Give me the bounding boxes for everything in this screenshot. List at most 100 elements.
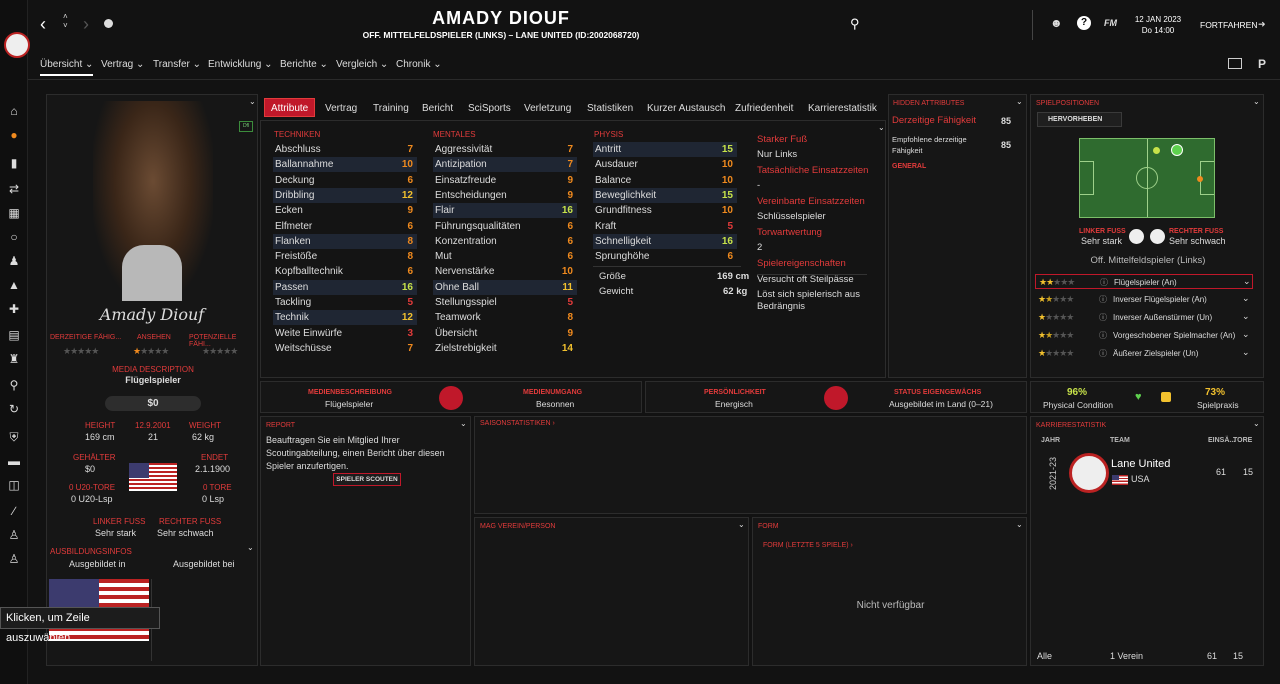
- attribute-row[interactable]: Antritt 15: [593, 142, 737, 157]
- tab-career[interactable]: Karrierestatistik: [808, 103, 877, 114]
- nav-history[interactable]: Chronik ⌄: [396, 59, 442, 70]
- attribute-row[interactable]: Schnelligkeit 16: [593, 233, 737, 249]
- attribute-row[interactable]: Nervenstärke 10: [433, 264, 577, 279]
- lane-united-logo[interactable]: [1069, 453, 1109, 493]
- attribute-row[interactable]: Passen 16: [273, 279, 417, 295]
- chevron-down-icon[interactable]: ⌄: [738, 520, 745, 529]
- chevron-down-icon[interactable]: ⌄: [1242, 293, 1250, 304]
- attribute-row[interactable]: Weite Einwürfe 3: [273, 326, 417, 341]
- tab-happiness[interactable]: Zufriedenheit: [735, 103, 793, 114]
- highlight-dropdown[interactable]: HERVORHEBEN: [1037, 112, 1122, 127]
- manager-icon[interactable]: ♙: [7, 528, 21, 542]
- dynamics-icon[interactable]: ▦: [7, 206, 21, 220]
- chevron-down-icon[interactable]: ⌄: [1242, 347, 1250, 358]
- form-last-5-link[interactable]: FORM (LETZTE 5 SPIELE) ›: [763, 542, 853, 549]
- chevron-down-icon[interactable]: ⌄: [460, 419, 467, 428]
- attribute-row[interactable]: Antizipation 7: [433, 157, 577, 173]
- continue-arrow-icon[interactable]: ➜: [1258, 19, 1266, 30]
- nav-transfer[interactable]: Transfer ⌄: [153, 59, 201, 70]
- role-item[interactable]: ★★★★★ ⓘ Vorgeschobener Spielmacher (An) ⌄: [1035, 328, 1253, 343]
- chevron-down-icon[interactable]: ⌄: [247, 543, 254, 552]
- scouting-icon[interactable]: ✚: [7, 302, 21, 316]
- attribute-row[interactable]: Entscheidungen 9: [433, 188, 577, 203]
- attribute-row[interactable]: Stellungsspiel 5: [433, 295, 577, 310]
- search-icon[interactable]: ⚲: [850, 16, 860, 32]
- report-icon[interactable]: ◫: [7, 478, 21, 492]
- tab-stats[interactable]: Statistiken: [587, 103, 633, 114]
- chevron-down-icon[interactable]: ⌄: [1016, 97, 1023, 106]
- tab-scisports[interactable]: SciSports: [468, 103, 511, 114]
- tab-chat[interactable]: Kurzer Austausch: [647, 103, 725, 114]
- tab-injury[interactable]: Verletzung: [524, 103, 571, 114]
- attribute-row[interactable]: Flair 16: [433, 203, 577, 219]
- attribute-row[interactable]: Weitschüsse 7: [273, 341, 417, 356]
- attribute-row[interactable]: Zielstrebigkeit 14: [433, 341, 577, 356]
- scout-player-button[interactable]: SPIELER SCOUTEN: [333, 473, 401, 486]
- nav-overview[interactable]: Übersicht ⌄: [40, 59, 94, 76]
- tab-contract[interactable]: Vertrag: [325, 103, 357, 114]
- attribute-row[interactable]: Technik 12: [273, 310, 417, 326]
- calendar-icon[interactable]: ▤: [7, 328, 21, 342]
- attribute-row[interactable]: Tackling 5: [273, 295, 417, 310]
- attribute-row[interactable]: Sprunghöhe 6: [593, 249, 737, 264]
- attribute-row[interactable]: Führungsqualitäten 6: [433, 219, 577, 234]
- screen-icon[interactable]: [1228, 58, 1242, 69]
- attribute-row[interactable]: Ballannahme 10: [273, 157, 417, 173]
- info-icon[interactable]: ⓘ: [1100, 277, 1108, 288]
- chevron-down-icon[interactable]: ⌄: [1243, 276, 1251, 287]
- training-info-label[interactable]: AUSBILDUNGSINFOS: [50, 547, 132, 556]
- nav-compare[interactable]: Vergleich ⌄: [336, 59, 388, 70]
- attribute-row[interactable]: Kopfballtechnik 6: [273, 264, 417, 279]
- tab-report[interactable]: Bericht: [422, 103, 453, 114]
- dropdown-icon[interactable]: [104, 19, 113, 28]
- role-item[interactable]: ★★★★★ ⓘ Äußerer Zielspieler (Un) ⌄: [1035, 346, 1253, 361]
- nav-reports[interactable]: Berichte ⌄: [280, 59, 328, 70]
- team-name[interactable]: Lane United: [1111, 458, 1170, 470]
- staff-icon[interactable]: ♟: [7, 254, 21, 268]
- attribute-row[interactable]: Abschluss 7: [273, 142, 417, 157]
- attribute-row[interactable]: Beweglichkeit 15: [593, 187, 737, 203]
- chevron-down-icon[interactable]: ⌄: [1253, 97, 1260, 106]
- up-down-icon[interactable]: ˄ ˅: [63, 12, 68, 30]
- chevron-down-icon[interactable]: ⌄: [1242, 329, 1250, 340]
- info-icon[interactable]: ⓘ: [1099, 294, 1107, 305]
- chevron-down-icon[interactable]: ⌄: [249, 97, 256, 106]
- attribute-row[interactable]: Teamwork 8: [433, 310, 577, 325]
- chart-icon[interactable]: ∕: [7, 504, 21, 518]
- squad-icon[interactable]: ▮: [7, 156, 21, 170]
- nav-development[interactable]: Entwicklung ⌄: [208, 59, 273, 70]
- attribute-row[interactable]: Ecken 9: [273, 203, 417, 218]
- club-logo[interactable]: [4, 32, 30, 58]
- tactics-icon[interactable]: ⇄: [7, 182, 21, 196]
- brain-icon[interactable]: ☻: [1050, 16, 1063, 30]
- training-icon[interactable]: ○: [7, 230, 21, 244]
- inbox-icon[interactable]: ●: [7, 128, 21, 142]
- continue-button[interactable]: FORTFAHREN: [1200, 20, 1257, 30]
- nav-contract[interactable]: Vertrag ⌄: [101, 59, 144, 70]
- back-arrow-icon[interactable]: ‹: [40, 14, 46, 35]
- role-item[interactable]: ★★★★★ ⓘ Flügelspieler (An) ⌄: [1035, 274, 1253, 289]
- info-icon[interactable]: ⓘ: [1099, 330, 1107, 341]
- finance-icon[interactable]: ▬: [7, 454, 21, 468]
- attribute-row[interactable]: Elfmeter 6: [273, 219, 417, 234]
- tab-training[interactable]: Training: [373, 103, 409, 114]
- role-item[interactable]: ★★★★★ ⓘ Inverser Außenstürmer (Un) ⌄: [1035, 310, 1253, 325]
- attribute-row[interactable]: Aggressivität 7: [433, 142, 577, 157]
- pin-icon[interactable]: P: [1258, 57, 1266, 71]
- chevron-down-icon[interactable]: ⌄: [1242, 311, 1250, 322]
- attribute-row[interactable]: Dribbling 12: [273, 187, 417, 203]
- home-icon[interactable]: ⌂: [7, 104, 21, 118]
- search-icon[interactable]: ⚲: [7, 378, 21, 392]
- chevron-down-icon[interactable]: ⌄: [878, 123, 885, 132]
- season-stats-title[interactable]: SAISONSTATISTIKEN ›: [480, 420, 555, 427]
- info-icon[interactable]: ⓘ: [1099, 348, 1107, 359]
- medical-icon[interactable]: ▲: [7, 278, 21, 292]
- fm-icon[interactable]: FM: [1104, 18, 1117, 28]
- attribute-row[interactable]: Balance 10: [593, 173, 737, 188]
- info-icon[interactable]: ⓘ: [1099, 312, 1107, 323]
- attribute-row[interactable]: Freistöße 8: [273, 249, 417, 264]
- attribute-row[interactable]: Übersicht 9: [433, 326, 577, 341]
- chevron-down-icon[interactable]: ⌄: [1253, 419, 1260, 428]
- attribute-row[interactable]: Ohne Ball 11: [433, 279, 577, 295]
- attribute-row[interactable]: Konzentration 6: [433, 234, 577, 249]
